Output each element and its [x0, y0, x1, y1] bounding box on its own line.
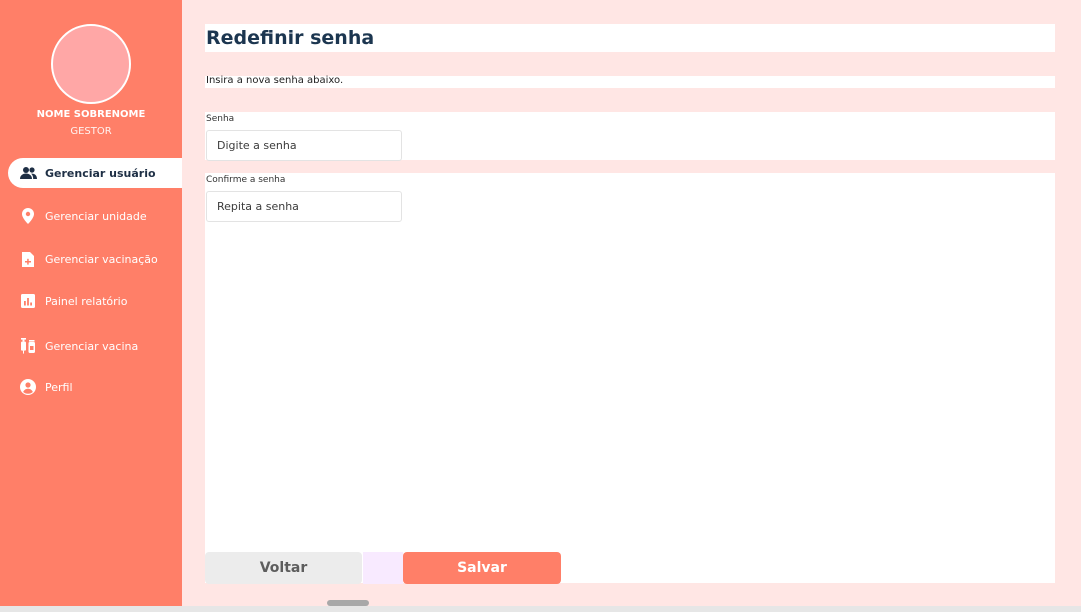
sidebar-item-label: Perfil — [45, 380, 73, 394]
sidebar-item-gerenciar-usuario[interactable]: Gerenciar usuário — [8, 158, 182, 188]
sidebar-item-painel-relatorio[interactable]: Painel relatório — [8, 286, 182, 316]
confirm-password-label: Confirme a senha — [206, 175, 286, 185]
sidebar: NOME SOBRENOME GESTOR Gerenciar usuário … — [0, 0, 182, 612]
sidebar-item-gerenciar-vacinacao[interactable]: Gerenciar vacinação — [8, 244, 182, 274]
sidebar-item-label: Gerenciar usuário — [45, 166, 156, 180]
avatar[interactable] — [51, 24, 131, 104]
page-subtitle: Insira a nova senha abaixo. — [206, 75, 344, 86]
users-icon — [19, 164, 37, 182]
sidebar-item-label: Gerenciar unidade — [45, 209, 147, 223]
sidebar-item-gerenciar-unidade[interactable]: Gerenciar unidade — [8, 201, 182, 231]
password-input[interactable] — [206, 130, 402, 161]
location-pin-icon — [19, 207, 37, 225]
confirm-password-input[interactable] — [206, 191, 402, 222]
sidebar-item-label: Gerenciar vacina — [45, 339, 139, 353]
back-button[interactable]: Voltar — [205, 552, 362, 584]
home-indicator[interactable] — [327, 600, 369, 606]
profile-icon — [19, 378, 37, 396]
bar-chart-icon — [19, 292, 37, 310]
sidebar-item-label: Gerenciar vacinação — [45, 252, 158, 266]
document-icon — [19, 250, 37, 268]
password-label: Senha — [206, 114, 235, 124]
user-role: GESTOR — [70, 126, 112, 137]
page-title: Redefinir senha — [206, 27, 375, 49]
sidebar-item-gerenciar-vacina[interactable]: Gerenciar vacina — [8, 331, 182, 361]
user-name: NOME SOBRENOME — [36, 109, 146, 120]
button-spacer — [363, 552, 403, 584]
save-button[interactable]: Salvar — [403, 552, 561, 584]
sidebar-item-label: Painel relatório — [45, 294, 128, 308]
sidebar-item-perfil[interactable]: Perfil — [8, 372, 182, 402]
form-panel — [205, 173, 1055, 583]
vaccine-icon — [19, 337, 37, 355]
bottom-bar — [0, 606, 1081, 612]
